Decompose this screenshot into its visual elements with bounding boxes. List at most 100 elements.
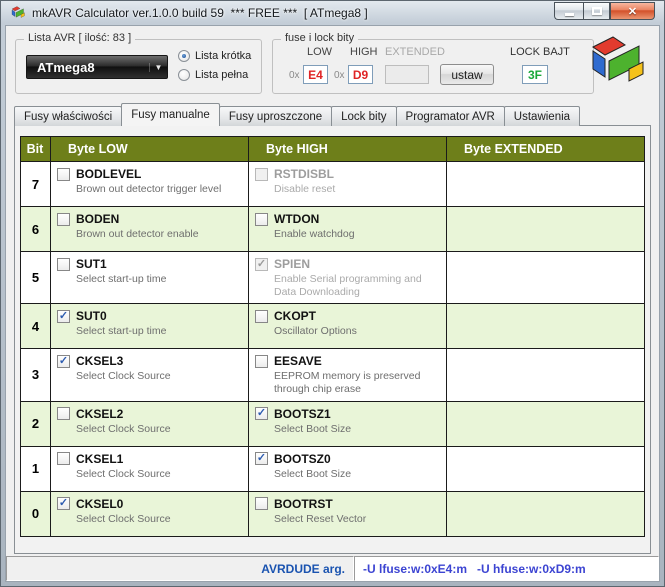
fuse-row-bit-2: 2 CKSEL2 Select Clock Source ✓ BOOTSZ1 Select… bbox=[20, 400, 645, 447]
cell-ext-bit-5 bbox=[446, 250, 645, 305]
fuse-desc: Select Boot Size bbox=[274, 422, 352, 435]
fuse-table-body: 7 BODLEVEL Brown out detector trigger leve… bbox=[20, 161, 645, 537]
fuse-row-bit-1: 1 CKSEL1 Select Clock Source ✓ BOOTSZ0 Select… bbox=[20, 445, 645, 492]
sut0-checkbox[interactable]: ✓ bbox=[57, 309, 70, 323]
tab-panel: Bit Byte LOW Byte HIGH Byte EXTENDED 7 BO… bbox=[14, 125, 651, 554]
radio-lista-krotka-label: Lista krótka bbox=[195, 50, 252, 62]
fuse-row-bit-7: 7 BODLEVEL Brown out detector trigger leve… bbox=[20, 161, 645, 207]
bit-number: 0 bbox=[20, 490, 51, 537]
fuse-name: SPIEN bbox=[274, 257, 311, 271]
cell-low-bit-6: BODEN Brown out detector enable bbox=[50, 206, 249, 252]
fuse-name: EESAVE bbox=[274, 354, 322, 369]
bit-number: 7 bbox=[20, 161, 51, 207]
boden-checkbox[interactable] bbox=[57, 212, 70, 226]
minimize-button[interactable] bbox=[554, 2, 583, 20]
col-byte-low: Byte LOW bbox=[50, 136, 249, 162]
fuse-desc: Brown out detector trigger level bbox=[76, 183, 222, 195]
fuse-lock-groupbox: fuse i lock bity LOW HIGH EXTENDED LOCK … bbox=[272, 32, 594, 94]
cksel1-checkbox[interactable] bbox=[57, 452, 70, 465]
fuse-name: CKSEL2 bbox=[76, 406, 124, 421]
high-fuse-value-field[interactable]: D9 bbox=[348, 65, 373, 84]
bit-number: 3 bbox=[20, 348, 51, 402]
fuse-desc: Oscillator Options bbox=[274, 325, 357, 338]
maximize-button[interactable] bbox=[583, 2, 610, 20]
minimize-icon bbox=[564, 13, 574, 16]
tab-fusy-manualne[interactable]: Fusy manualne bbox=[121, 103, 220, 126]
window-title: mkAVR Calculator ver.1.0.0 build 59 *** … bbox=[32, 6, 368, 20]
cksel2-checkbox[interactable] bbox=[57, 407, 70, 420]
radio-selected-icon bbox=[178, 50, 190, 62]
bit-number: 5 bbox=[20, 250, 51, 305]
avr-combobox[interactable]: ATmega8 ▼ bbox=[26, 55, 168, 79]
tab-programator-avr[interactable]: Programator AVR bbox=[395, 106, 505, 126]
bit-number: 2 bbox=[20, 400, 51, 447]
fuse-lock-group-label: fuse i lock bity bbox=[281, 32, 359, 44]
extended-fuse-value-field bbox=[385, 65, 429, 84]
lock-byte-value-field[interactable]: 3F bbox=[522, 65, 548, 84]
close-button[interactable]: ✕ bbox=[610, 2, 655, 20]
tab-lock-bity[interactable]: Lock bity bbox=[331, 106, 397, 126]
fuse-desc: Select start-up time bbox=[76, 325, 167, 338]
cell-high-bit-3: EESAVE EEPROM memory is preserved through… bbox=[248, 348, 447, 402]
fuse-desc: Select Clock Source bbox=[76, 512, 171, 525]
cell-ext-bit-6 bbox=[446, 206, 645, 252]
eesave-checkbox[interactable] bbox=[255, 354, 268, 368]
app-icon bbox=[11, 6, 25, 18]
radio-lista-pelna-label: Lista pełna bbox=[195, 69, 249, 81]
fuse-name: BOOTSZ0 bbox=[274, 451, 331, 466]
tab-ustawienia[interactable]: Ustawienia bbox=[503, 106, 581, 126]
fuse-name: CKOPT bbox=[274, 309, 316, 324]
low-fuse-value-field[interactable]: E4 bbox=[303, 65, 328, 84]
fuse-row-bit-6: 6 BODEN Brown out detector enable WTDON Enab… bbox=[20, 206, 645, 252]
tab-fusy-uproszczone[interactable]: Fusy uproszczone bbox=[218, 106, 333, 126]
cell-ext-bit-4 bbox=[446, 303, 645, 350]
radio-lista-pelna[interactable]: Lista pełna bbox=[178, 69, 248, 81]
fuse-name: CKSEL1 bbox=[76, 451, 124, 466]
bootsz1-checkbox[interactable]: ✓ bbox=[255, 407, 268, 420]
cell-low-bit-4: ✓ SUT0 Select start-up time bbox=[50, 303, 249, 350]
tab-fusy-w-a-ciwo-ci[interactable]: Fusy właściwości bbox=[14, 106, 123, 126]
avrdude-arg-label-panel: AVRDUDE arg. bbox=[6, 556, 354, 581]
avr-list-groupbox: Lista AVR [ ilość: 83 ] ATmega8 ▼ Lista … bbox=[15, 32, 262, 94]
cell-ext-bit-1 bbox=[446, 445, 645, 492]
cell-high-bit-5: ✓ SPIEN Enable Serial programming and Data… bbox=[248, 250, 447, 305]
lock-byte-label: LOCK BAJT bbox=[510, 46, 570, 58]
sut1-checkbox[interactable] bbox=[57, 257, 70, 271]
col-bit: Bit bbox=[20, 136, 51, 162]
fuse-desc: Enable Serial programming and Data Downl… bbox=[274, 273, 422, 299]
fuse-name: CKSEL3 bbox=[76, 354, 124, 369]
fuse-row-bit-3: 3 ✓ CKSEL3 Select Clock Source EESAVE EEPROM … bbox=[20, 348, 645, 402]
cell-low-bit-5: SUT1 Select start-up time bbox=[50, 250, 249, 305]
cksel0-checkbox[interactable]: ✓ bbox=[57, 497, 70, 510]
fuse-desc: Select Reset Vector bbox=[274, 512, 367, 525]
fuse-desc: Select Clock Source bbox=[76, 467, 171, 480]
bodlevel-checkbox[interactable] bbox=[57, 167, 70, 181]
wtdon-checkbox[interactable] bbox=[255, 212, 268, 226]
fuse-desc: Disable reset bbox=[274, 183, 336, 195]
cell-high-bit-7: RSTDISBL Disable reset bbox=[248, 161, 447, 207]
fuse-desc: Brown out detector enable bbox=[76, 228, 199, 240]
spien-checkbox: ✓ bbox=[255, 257, 268, 271]
radio-lista-krotka[interactable]: Lista krótka bbox=[178, 50, 251, 62]
fuse-desc: EEPROM memory is preserved through chip … bbox=[274, 370, 421, 396]
cell-low-bit-1: CKSEL1 Select Clock Source bbox=[50, 445, 249, 492]
avrdude-args-value[interactable]: -U lfuse:w:0xE4:m -U hfuse:w:0xD9:m bbox=[354, 556, 659, 581]
fuse-name: WTDON bbox=[274, 212, 320, 226]
fuse-name: CKSEL0 bbox=[76, 496, 124, 511]
tab-strip: Fusy właściwości Fusy manualne Fusy uprosz… bbox=[14, 103, 581, 126]
cksel3-checkbox[interactable]: ✓ bbox=[57, 354, 70, 368]
cell-high-bit-1: ✓ BOOTSZ0 Select Boot Size bbox=[248, 445, 447, 492]
table-header-row: Bit Byte LOW Byte HIGH Byte EXTENDED bbox=[20, 136, 645, 162]
ckopt-checkbox[interactable] bbox=[255, 309, 268, 323]
bit-number: 1 bbox=[20, 445, 51, 492]
caption-buttons: ✕ bbox=[554, 2, 655, 20]
cell-low-bit-2: CKSEL2 Select Clock Source bbox=[50, 400, 249, 447]
window-content: Lista AVR [ ilość: 83 ] ATmega8 ▼ Lista … bbox=[5, 25, 660, 582]
fuse-row-bit-0: 0 ✓ CKSEL0 Select Clock Source BOOTRST Select… bbox=[20, 490, 645, 537]
set-fuses-button[interactable]: ustaw bbox=[440, 64, 494, 85]
fuse-desc: Select start-up time bbox=[76, 273, 167, 285]
bootsz0-checkbox[interactable]: ✓ bbox=[255, 452, 268, 465]
fuse-table: Bit Byte LOW Byte HIGH Byte EXTENDED 7 BO… bbox=[20, 136, 645, 537]
bootrst-checkbox[interactable] bbox=[255, 497, 268, 510]
fuse-desc: Select Boot Size bbox=[274, 467, 352, 480]
